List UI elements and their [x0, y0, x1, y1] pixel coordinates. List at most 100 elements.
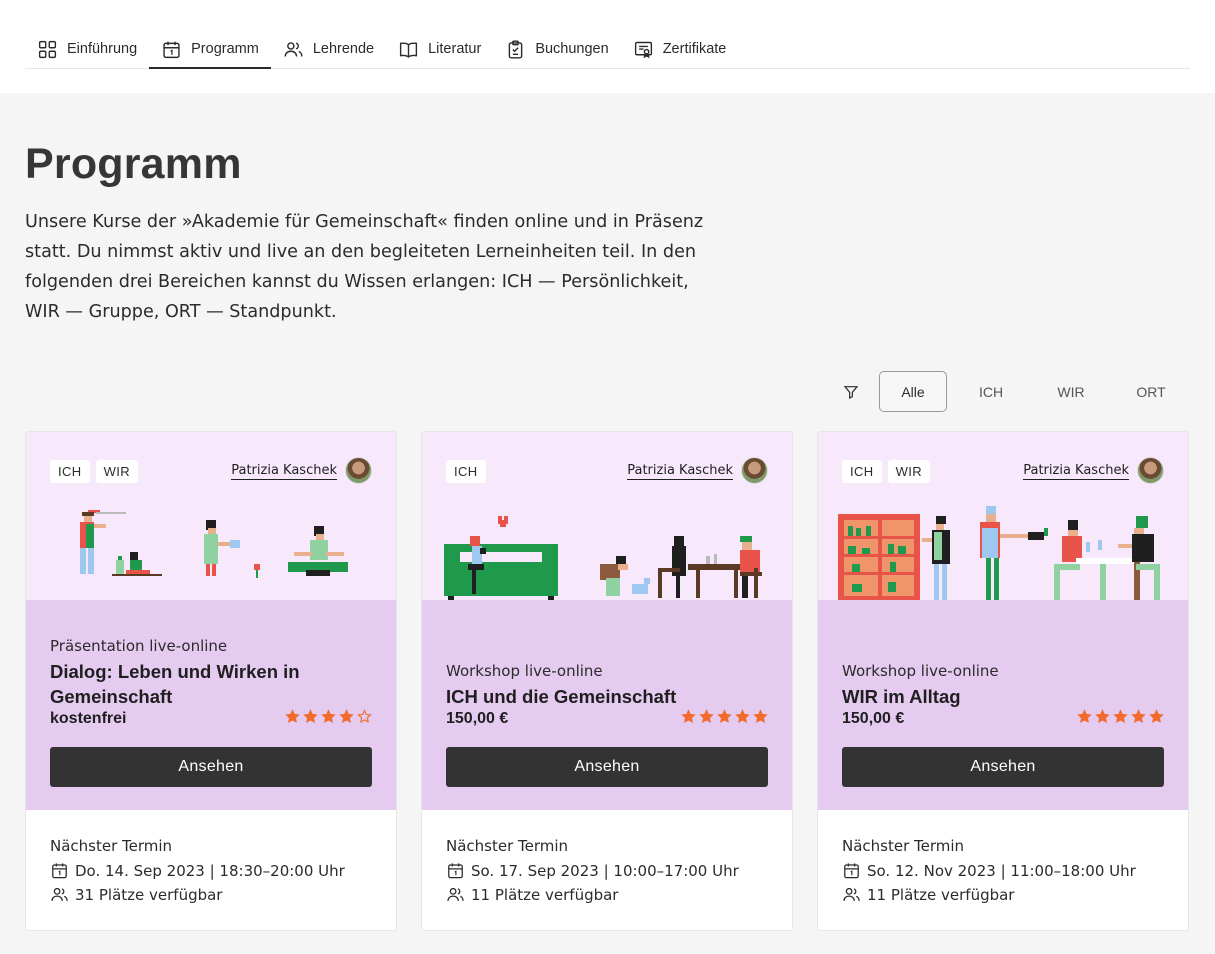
star-filled-icon	[1095, 709, 1110, 724]
star-filled-icon	[339, 709, 354, 724]
filter-chip-alle[interactable]: Alle	[879, 371, 947, 412]
category-tag: WIR	[887, 460, 931, 483]
filter-chip-ich[interactable]: ICH	[955, 371, 1027, 412]
next-date: So. 17. Sep 2023 | 10:00–17:00 Uhr	[446, 861, 739, 880]
calendar-icon	[844, 863, 859, 879]
course-title: ICH und die Gemeinschaft	[446, 686, 677, 707]
teacher-avatar	[1137, 457, 1164, 484]
star-filled-icon	[681, 709, 696, 724]
category-tag: WIR	[95, 460, 139, 483]
star-filled-icon	[735, 709, 750, 724]
calendar-icon	[52, 863, 67, 879]
tab-label: Zertifikate	[662, 41, 727, 57]
view-button[interactable]: Ansehen	[842, 747, 1164, 787]
course-price: kostenfrei	[50, 710, 127, 727]
category-tags: ICH WIR	[842, 460, 936, 483]
intro-text: Unsere Kurse der »Akademie für Gemeinsch…	[25, 212, 704, 322]
next-date: So. 12. Nov 2023 | 11:00–18:00 Uhr	[842, 861, 1136, 880]
star-filled-icon	[1149, 709, 1164, 724]
teacher[interactable]: Patrizia Kaschek	[627, 457, 768, 484]
category-tags: ICH	[446, 460, 492, 483]
course-card[interactable]: ICH Patrizia Kaschek Workshop live-onlin…	[421, 431, 793, 931]
view-button[interactable]: Ansehen	[446, 747, 768, 787]
card-illustration-area: ICH Patrizia Kaschek	[422, 432, 792, 602]
star-empty-icon	[357, 709, 372, 724]
star-filled-icon	[699, 709, 714, 724]
tab-label: Buchungen	[535, 41, 609, 57]
places-text: 31 Plätze verfügbar	[75, 885, 223, 904]
places-text: 11 Plätze verfügbar	[471, 885, 619, 904]
certificate-icon	[634, 41, 652, 58]
tab-lehrende[interactable]: Lehrende	[271, 30, 386, 68]
available-places: 31 Plätze verfügbar	[50, 885, 222, 904]
course-price: 150,00 €	[446, 710, 509, 727]
course-type: Präsentation live-online	[50, 637, 228, 655]
category-tag: ICH	[446, 460, 486, 483]
places-text: 11 Plätze verfügbar	[867, 885, 1015, 904]
star-filled-icon	[303, 709, 318, 724]
category-tags: ICH WIR	[50, 460, 144, 483]
date-text: So. 12. Nov 2023 | 11:00–18:00 Uhr	[867, 861, 1136, 880]
pixel-illustration	[80, 510, 348, 578]
filter-icon[interactable]	[838, 379, 864, 405]
clipboard-icon	[508, 39, 523, 59]
tab-einfuehrung[interactable]: Einführung	[25, 30, 149, 68]
card-illustration-area: ICH WIR Patrizia Kaschek	[818, 432, 1188, 602]
course-price: 150,00 €	[842, 710, 905, 727]
filter-chip-wir[interactable]: WIR	[1035, 371, 1107, 412]
calendar-icon	[448, 863, 463, 879]
course-card[interactable]: ICH WIR Patrizia Kaschek	[25, 431, 397, 931]
pixel-illustration	[444, 516, 762, 602]
star-filled-icon	[285, 709, 300, 724]
date-text: Do. 14. Sep 2023 | 18:30–20:00 Uhr	[75, 861, 345, 880]
available-places: 11 Plätze verfügbar	[842, 885, 1014, 904]
view-button[interactable]: Ansehen	[50, 747, 372, 787]
people-icon	[843, 887, 860, 901]
tab-label: Literatur	[428, 41, 482, 57]
category-tag: ICH	[842, 460, 882, 483]
teacher-avatar	[741, 457, 768, 484]
available-places: 11 Plätze verfügbar	[446, 885, 618, 904]
course-type: Workshop live-online	[446, 662, 603, 680]
tab-label: Lehrende	[312, 41, 375, 57]
teacher-name-link[interactable]: Patrizia Kaschek	[231, 462, 337, 480]
date-text: So. 17. Sep 2023 | 10:00–17:00 Uhr	[471, 861, 739, 880]
next-date-label: Nächster Termin	[50, 837, 173, 855]
tab-label: Programm	[191, 41, 259, 57]
star-filled-icon	[1077, 709, 1092, 724]
teacher-name-link[interactable]: Patrizia Kaschek	[1023, 462, 1129, 480]
tab-literatur[interactable]: Literatur	[386, 30, 493, 68]
grid-icon	[38, 40, 57, 58]
category-filter: Alle ICH WIR ORT	[838, 371, 1187, 412]
tab-label: Einführung	[67, 41, 138, 57]
next-date: Do. 14. Sep 2023 | 18:30–20:00 Uhr	[50, 861, 345, 880]
page-title: Programm	[25, 140, 242, 188]
book-icon	[400, 42, 418, 58]
filter-chip-ort[interactable]: ORT	[1115, 371, 1187, 412]
tab-programm[interactable]: Programm	[149, 30, 271, 69]
course-card[interactable]: ICH WIR Patrizia Kaschek	[817, 431, 1189, 931]
teacher-avatar	[345, 457, 372, 484]
calendar-icon	[163, 41, 180, 58]
course-title: WIR im Alltag	[842, 686, 961, 707]
tab-zertifikate[interactable]: Zertifikate	[621, 30, 739, 68]
teacher[interactable]: Patrizia Kaschek	[231, 457, 372, 484]
people-icon	[447, 887, 464, 901]
next-date-label: Nächster Termin	[842, 837, 965, 855]
course-type: Workshop live-online	[842, 662, 999, 680]
star-filled-icon	[1113, 709, 1128, 724]
category-tag: ICH	[50, 460, 90, 483]
rating-stars	[282, 709, 372, 724]
tab-buchungen[interactable]: Buchungen	[493, 30, 620, 68]
teacher-name-link[interactable]: Patrizia Kaschek	[627, 462, 733, 480]
star-filled-icon	[1131, 709, 1146, 724]
top-bar: Einführung Programm Lehrende Literatur B…	[0, 0, 1215, 93]
people-icon	[284, 41, 303, 57]
course-title: Dialog: Leben und Wirken in Gemeinschaft	[50, 661, 300, 707]
pixel-illustration	[838, 506, 1160, 602]
tab-bar: Einführung Programm Lehrende Literatur B…	[25, 30, 1190, 69]
teacher[interactable]: Patrizia Kaschek	[1023, 457, 1164, 484]
rating-stars	[678, 709, 768, 724]
star-filled-icon	[717, 709, 732, 724]
star-filled-icon	[753, 709, 768, 724]
